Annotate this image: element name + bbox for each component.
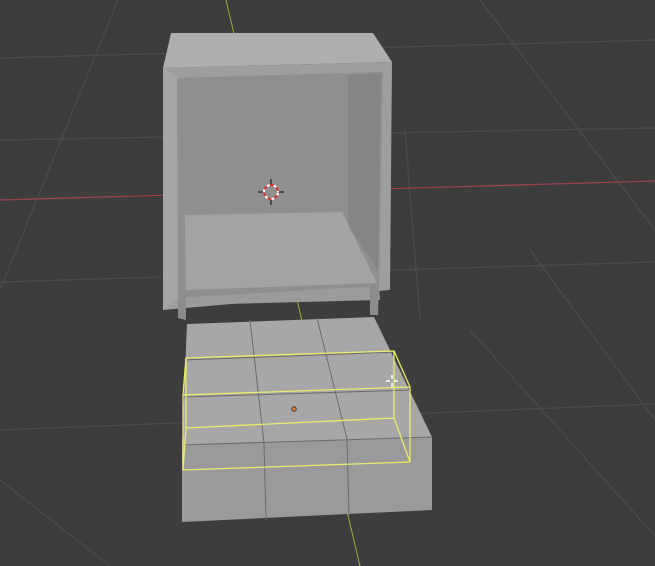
3d-viewport[interactable] (0, 0, 655, 566)
cabinet-mesh[interactable] (163, 33, 392, 320)
viewport-scene[interactable] (0, 0, 655, 566)
drawer-mesh-selected[interactable] (181, 317, 433, 522)
object-origin-icon (291, 406, 297, 412)
